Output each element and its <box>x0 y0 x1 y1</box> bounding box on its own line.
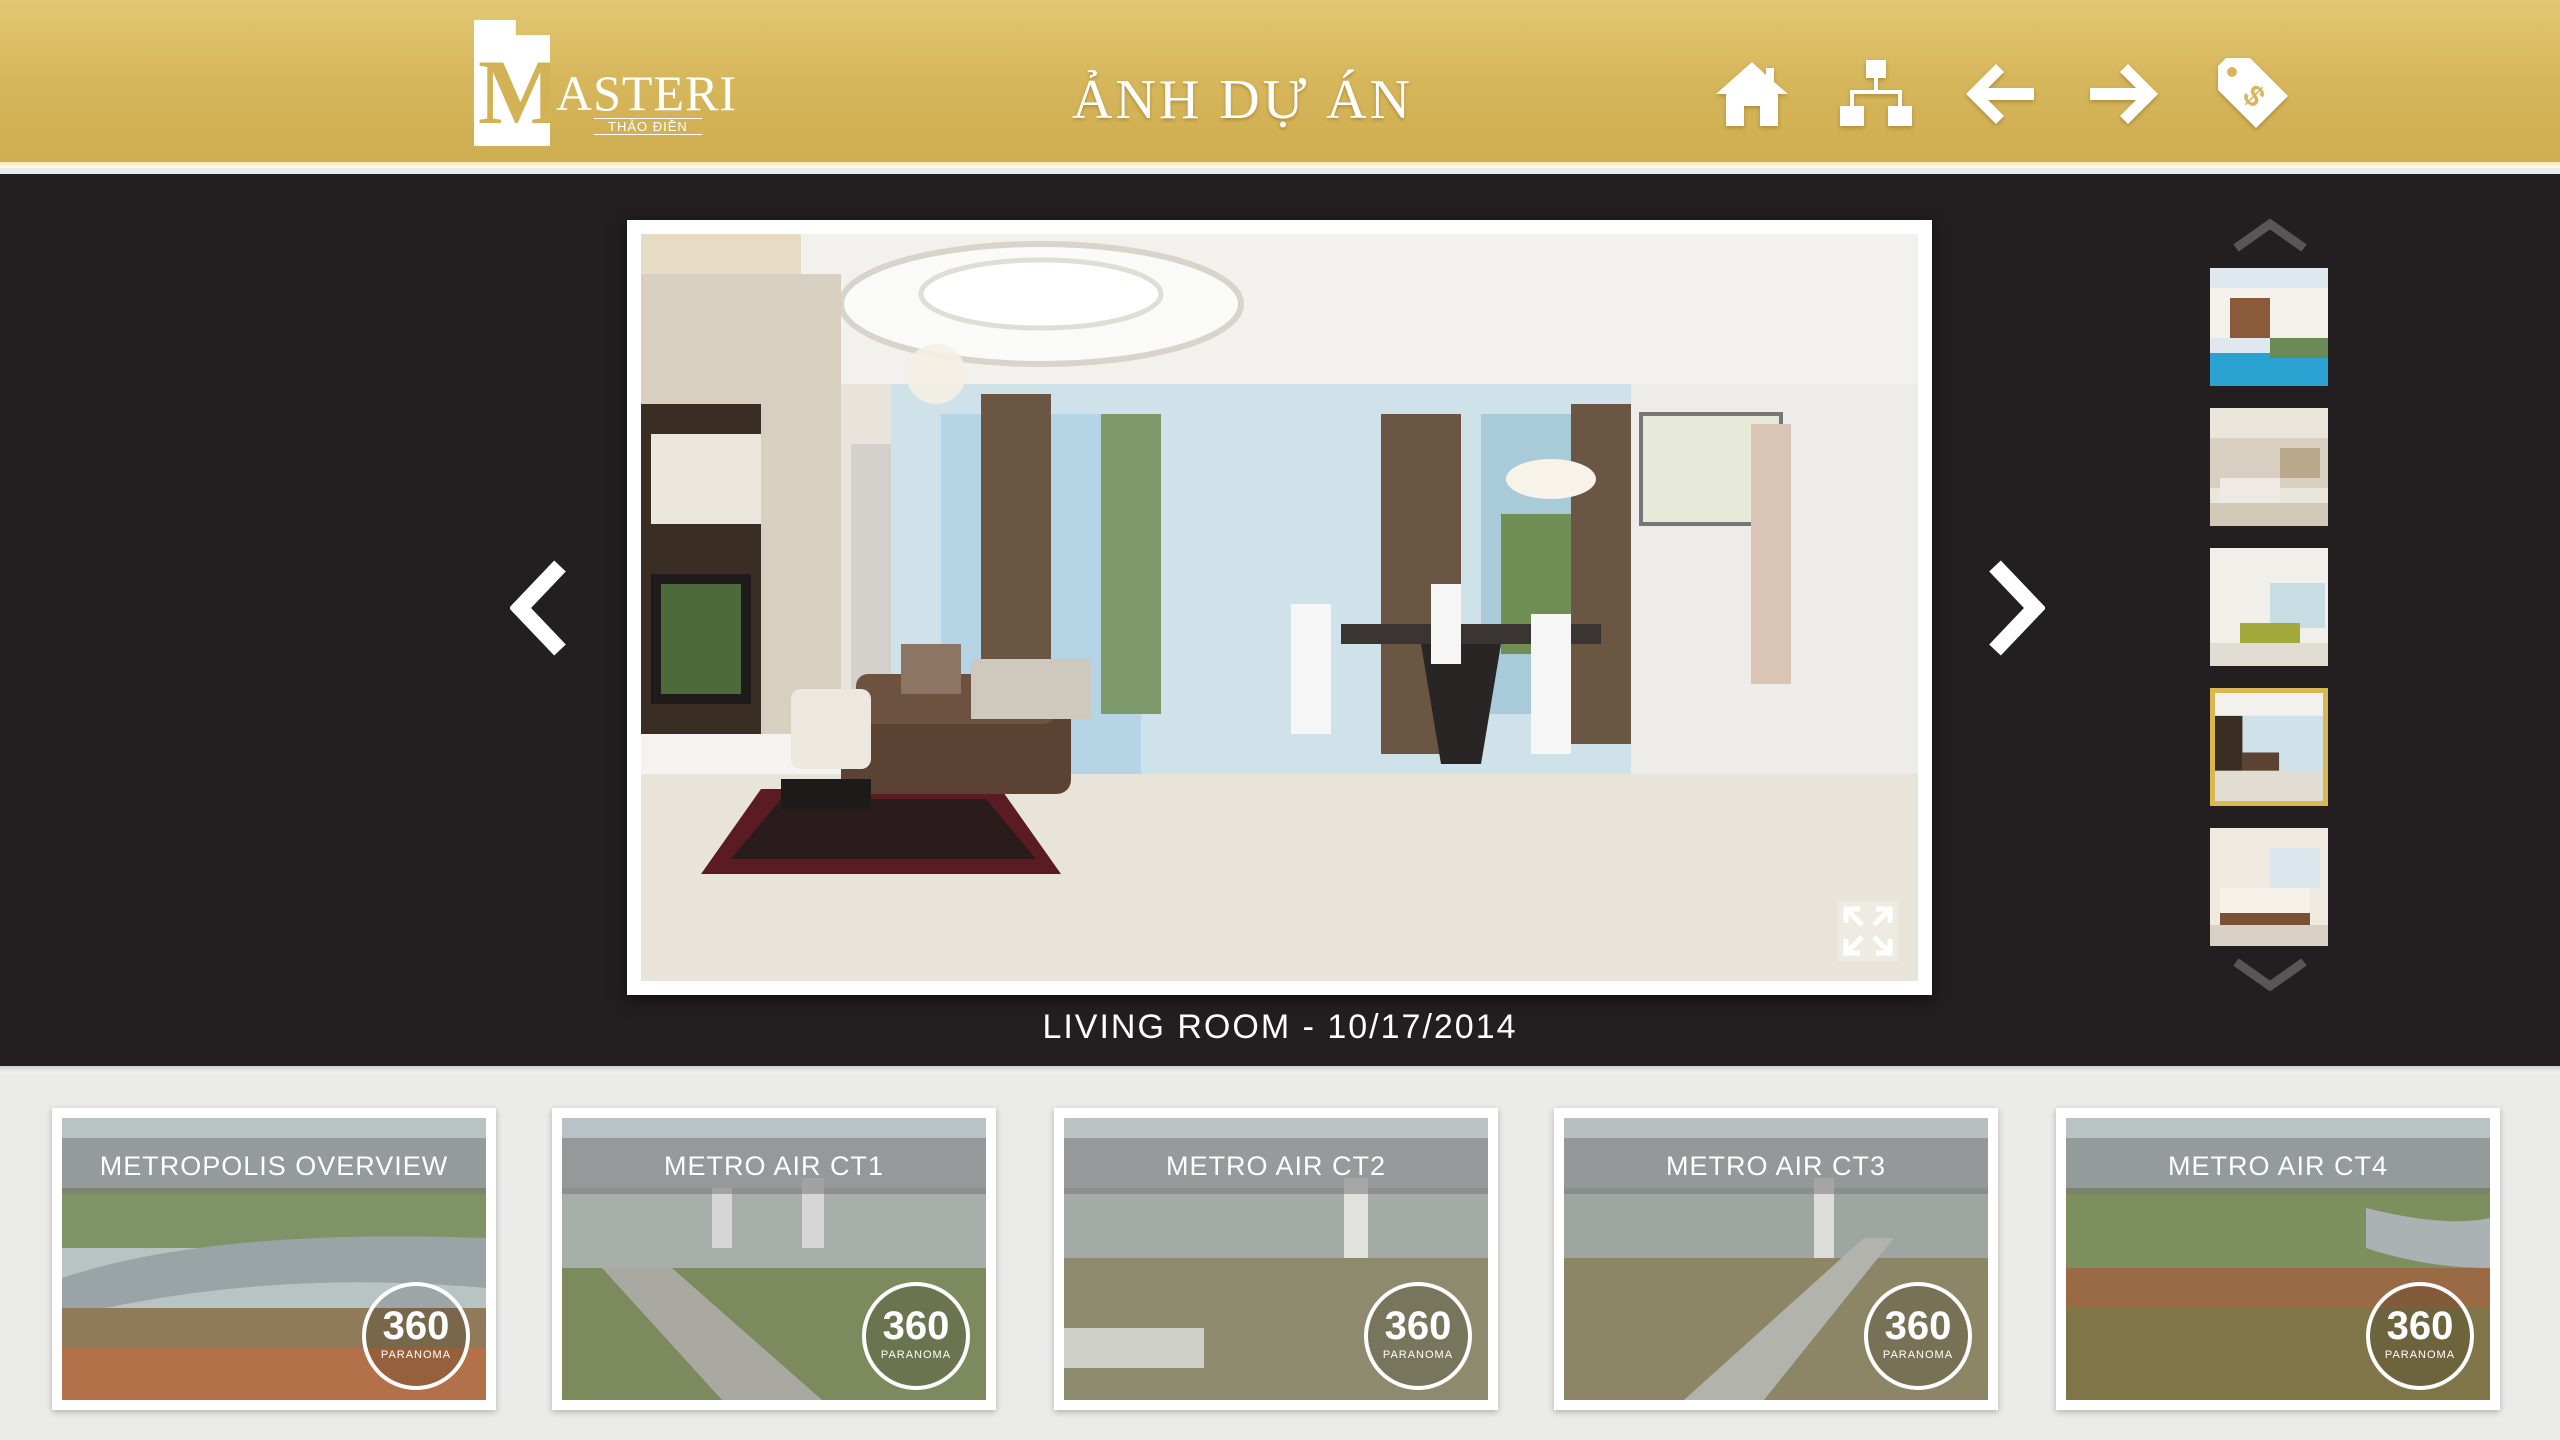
thumb-pool-terrace[interactable] <box>2210 268 2328 386</box>
thumbs-down-chevron-icon[interactable] <box>2230 958 2310 992</box>
panorama-card-metropolis-overview[interactable]: METROPOLIS OVERVIEW 360 PARANOMA <box>52 1108 496 1410</box>
photo-caption: LIVING ROOM - 10/17/2014 <box>1042 1008 1518 1046</box>
360-panorama-badge: 360 PARANOMA <box>1364 1282 1472 1390</box>
360-panorama-badge: 360 PARANOMA <box>862 1282 970 1390</box>
thumb-bedroom[interactable] <box>2210 828 2328 946</box>
thumbs-up-chevron-icon[interactable] <box>2230 218 2310 252</box>
previous-photo-chevron-icon[interactable] <box>508 560 580 656</box>
360-panorama-badge: 360 PARANOMA <box>362 1282 470 1390</box>
main-photo-living-room[interactable] <box>641 234 1918 981</box>
panorama-label: METRO AIR CT4 <box>2066 1138 2490 1194</box>
main-photo-frame <box>627 220 1932 995</box>
header-bar: M ASTERI THẢO ĐIỀN ẢNH DỰ ÁN $ <box>0 0 2560 168</box>
panorama-card-metro-air-ct2[interactable]: METRO AIR CT2 360 PARANOMA <box>1054 1108 1498 1410</box>
panorama-label: METRO AIR CT3 <box>1564 1138 1988 1194</box>
thumb-living-room-3[interactable] <box>2210 688 2328 806</box>
sitemap-icon[interactable] <box>1834 52 1918 136</box>
panorama-label: METRO AIR CT1 <box>562 1138 986 1194</box>
forward-arrow-icon[interactable] <box>2082 52 2166 136</box>
expand-icon <box>1843 906 1893 956</box>
next-photo-chevron-icon[interactable] <box>1975 560 2047 656</box>
360-panorama-badge: 360 PARANOMA <box>1864 1282 1972 1390</box>
panorama-label: METRO AIR CT2 <box>1064 1138 1488 1194</box>
panorama-card-metro-air-ct4[interactable]: METRO AIR CT4 360 PARANOMA <box>2056 1108 2500 1410</box>
panorama-card-metro-air-ct3[interactable]: METRO AIR CT3 360 PARANOMA <box>1554 1108 1998 1410</box>
panorama-label: METROPOLIS OVERVIEW <box>62 1138 486 1194</box>
back-arrow-icon[interactable] <box>1958 52 2042 136</box>
360-panorama-badge: 360 PARANOMA <box>2366 1282 2474 1390</box>
thumb-living-room-2[interactable] <box>2210 548 2328 666</box>
stage-divider <box>0 1066 2560 1074</box>
thumb-living-room-1[interactable] <box>2210 408 2328 526</box>
panorama-card-metro-air-ct1[interactable]: METRO AIR CT1 360 PARANOMA <box>552 1108 996 1410</box>
fullscreen-button[interactable] <box>1838 901 1898 961</box>
home-icon[interactable] <box>1710 52 1794 136</box>
price-tag-icon[interactable]: $ <box>2210 52 2294 136</box>
